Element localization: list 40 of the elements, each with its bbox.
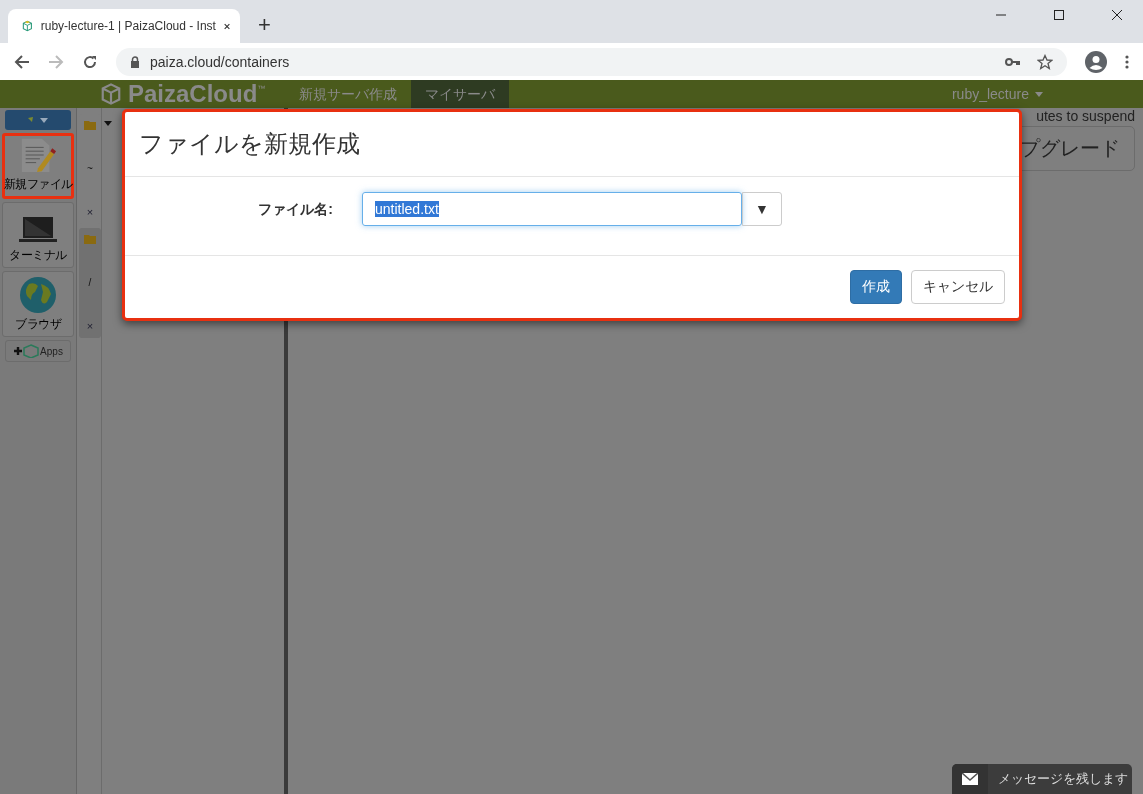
message-bar[interactable]: メッセージを残します: [952, 764, 1132, 794]
browser-tab[interactable]: ruby-lecture-1 | PaizaCloud - Inst: [8, 9, 240, 43]
cube-icon: [22, 18, 33, 34]
maximize-icon[interactable]: [1053, 9, 1065, 21]
file-tab[interactable]: / ×: [79, 228, 101, 338]
folder-icon: [84, 234, 96, 244]
trademark-mark: ™: [257, 84, 266, 93]
dropdown-button[interactable]: ▼: [742, 192, 782, 226]
sidebar-button[interactable]: ブラウザ: [2, 271, 74, 337]
folder-icon: [84, 120, 96, 130]
close-icon[interactable]: [223, 21, 230, 31]
star-icon[interactable]: [1037, 53, 1053, 70]
lock-icon: [130, 55, 140, 68]
mail-icon: [962, 773, 978, 785]
key-icon[interactable]: [1005, 56, 1021, 67]
cube-icon: [100, 83, 122, 105]
filename-field[interactable]: untitled.txt: [362, 192, 742, 226]
create-button[interactable]: 作成: [850, 270, 902, 304]
caret-icon: [1035, 91, 1043, 97]
apps-button[interactable]: Apps: [5, 340, 71, 362]
caret-icon[interactable]: [104, 121, 112, 126]
field-label: ファイル名:: [257, 201, 333, 219]
account-icon[interactable]: [1085, 50, 1107, 73]
reload-icon[interactable]: [82, 53, 98, 70]
url-text: paiza.cloud/containers: [150, 53, 290, 70]
dialog-title: ファイルを新規作成: [139, 129, 360, 159]
new-tab-button[interactable]: +: [258, 12, 271, 38]
close-icon[interactable]: [1111, 9, 1123, 21]
address-bar[interactable]: paiza.cloud/containers: [116, 47, 1067, 76]
caret-icon: [27, 116, 49, 124]
back-icon[interactable]: [14, 53, 30, 70]
menu-icon[interactable]: [1125, 54, 1129, 69]
globe-icon: [19, 276, 57, 314]
sidebar-button[interactable]: ターミナル: [2, 202, 74, 268]
cancel-button[interactable]: キャンセル: [911, 270, 1005, 304]
suspend-notice: utes to suspend: [1036, 108, 1135, 124]
nav-link[interactable]: マイサーバ: [411, 80, 510, 108]
tab-title: ruby-lecture-1 | PaizaCloud - Inst: [40, 19, 216, 33]
plus-cube-icon: [13, 344, 40, 358]
laptop-icon: [18, 215, 58, 245]
